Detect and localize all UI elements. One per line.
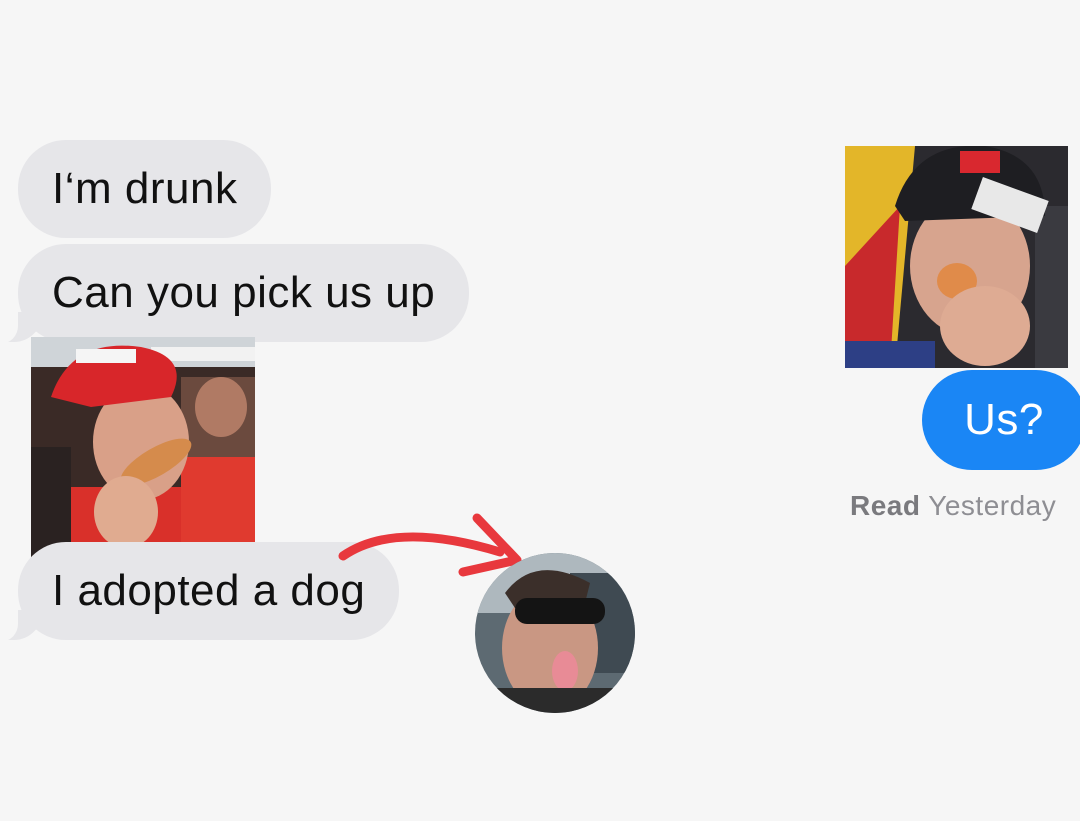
read-receipt: Read Yesterday [850, 490, 1056, 522]
message-text: I‘m drunk [52, 164, 238, 213]
photo-attachment-dark-cap[interactable] [845, 146, 1068, 368]
read-time: Yesterday [928, 490, 1057, 521]
message-text: Can you pick us up [52, 268, 436, 317]
message-bubble-us[interactable]: Us? [922, 370, 1080, 470]
photo-attachment-red-cap[interactable] [31, 337, 255, 559]
avatar[interactable] [475, 553, 635, 713]
message-bubble-pick-up[interactable]: Can you pick us up [0, 244, 470, 344]
read-status: Read [850, 490, 921, 521]
message-text: Us? [964, 395, 1044, 444]
message-text: I adopted a dog [52, 566, 366, 615]
message-bubble-drunk[interactable]: I‘m drunk [18, 140, 272, 238]
